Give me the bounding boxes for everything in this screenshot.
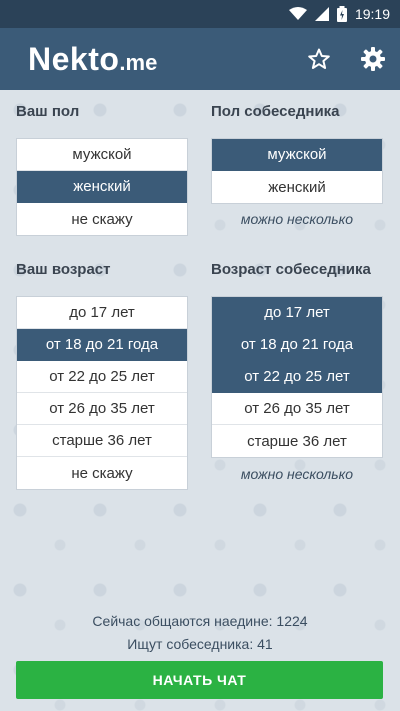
- partner-age-title: Возраст собеседника: [211, 261, 371, 278]
- your-age-option[interactable]: старше 36 лет: [17, 425, 187, 457]
- your-age-option[interactable]: не скажу: [17, 457, 187, 489]
- your-gender-group: мужской женский не скажу: [16, 138, 188, 236]
- your-gender-option[interactable]: женский: [17, 171, 187, 203]
- signal-icon: [314, 7, 329, 21]
- status-bar: 19:19: [0, 0, 400, 28]
- your-gender-option[interactable]: мужской: [17, 139, 187, 171]
- partner-age-option[interactable]: от 22 до 25 лет: [212, 361, 382, 393]
- partner-age-hint: можно несколько: [240, 466, 354, 482]
- your-age-title: Ваш возраст: [16, 261, 111, 278]
- partner-age-option[interactable]: старше 36 лет: [212, 425, 382, 457]
- your-age-option[interactable]: от 26 до 35 лет: [17, 393, 187, 425]
- status-time: 19:19: [354, 6, 390, 22]
- partner-gender-hint: можно несколько: [240, 211, 354, 227]
- logo-suffix: me: [125, 49, 158, 75]
- partner-age-option[interactable]: от 18 до 21 года: [212, 329, 382, 361]
- partner-age-option[interactable]: до 17 лет: [212, 297, 382, 329]
- stats-chatting: Сейчас общаются наедине: 1224: [92, 613, 308, 629]
- partner-age-option[interactable]: от 26 до 35 лет: [212, 393, 382, 425]
- your-age-option[interactable]: от 18 до 21 года: [17, 329, 187, 361]
- partner-gender-option[interactable]: мужской: [212, 139, 382, 171]
- your-gender-option[interactable]: не скажу: [17, 203, 187, 235]
- partner-gender-option[interactable]: женский: [212, 171, 382, 203]
- app-bar: Nekto . me: [0, 28, 400, 90]
- your-age-group: до 17 лет от 18 до 21 года от 22 до 25 л…: [16, 296, 188, 490]
- your-gender-title: Ваш пол: [16, 103, 80, 120]
- star-icon[interactable]: [306, 46, 332, 72]
- stats-searching: Ищут собеседника: 41: [127, 636, 273, 652]
- start-chat-button[interactable]: НАЧАТЬ ЧАТ: [16, 661, 383, 699]
- partner-age-group: до 17 лет от 18 до 21 года от 22 до 25 л…: [211, 296, 383, 458]
- wifi-icon: [288, 7, 307, 21]
- partner-gender-title: Пол собеседника: [211, 103, 340, 120]
- partner-gender-group: мужской женский: [211, 138, 383, 204]
- your-age-option[interactable]: до 17 лет: [17, 297, 187, 329]
- gear-icon[interactable]: [360, 46, 386, 72]
- app-logo: Nekto . me: [28, 41, 157, 78]
- logo-main: Nekto: [28, 40, 120, 77]
- your-age-option[interactable]: от 22 до 25 лет: [17, 361, 187, 393]
- content-area: Ваш пол Пол собеседника мужской женский …: [0, 90, 400, 711]
- battery-icon: [336, 6, 347, 22]
